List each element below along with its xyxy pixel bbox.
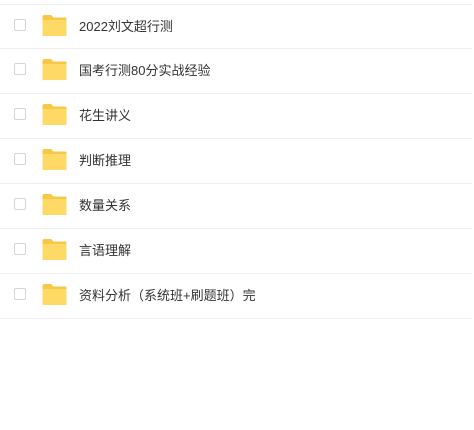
row-checkbox[interactable] [14, 19, 26, 31]
row-checkbox[interactable] [14, 288, 26, 300]
file-name[interactable]: 判断推理 [79, 153, 131, 169]
file-name[interactable]: 花生讲义 [79, 108, 131, 124]
file-name[interactable]: 国考行测80分实战经验 [79, 63, 210, 79]
file-row[interactable]: 资料分析（系统班+刷题班）完 [0, 274, 472, 319]
file-name[interactable]: 言语理解 [79, 243, 131, 259]
row-checkbox[interactable] [14, 153, 26, 165]
file-row[interactable]: 判断推理 [0, 139, 472, 184]
file-row[interactable]: 花生讲义 [0, 94, 472, 139]
file-name[interactable]: 资料分析（系统班+刷题班）完 [79, 288, 256, 304]
folder-icon[interactable] [41, 14, 68, 37]
file-row[interactable]: 国考行测80分实战经验 [0, 49, 472, 94]
file-row[interactable]: 言语理解 [0, 229, 472, 274]
folder-icon[interactable] [41, 103, 68, 126]
file-row[interactable]: 数量关系 [0, 184, 472, 229]
row-checkbox[interactable] [14, 63, 26, 75]
file-name[interactable]: 2022刘文超行测 [79, 19, 173, 35]
row-checkbox[interactable] [14, 198, 26, 210]
file-list: 2022刘文超行测国考行测80分实战经验 花生讲义判断推理数量关系言语理解资料分析… [0, 4, 472, 319]
folder-icon[interactable] [41, 148, 68, 171]
folder-icon[interactable] [41, 58, 68, 81]
folder-icon[interactable] [41, 193, 68, 216]
file-name[interactable]: 数量关系 [79, 198, 131, 214]
row-checkbox[interactable] [14, 243, 26, 255]
folder-icon[interactable] [41, 283, 68, 306]
row-checkbox[interactable] [14, 108, 26, 120]
folder-icon[interactable] [41, 238, 68, 261]
file-row[interactable]: 2022刘文超行测 [0, 4, 472, 49]
